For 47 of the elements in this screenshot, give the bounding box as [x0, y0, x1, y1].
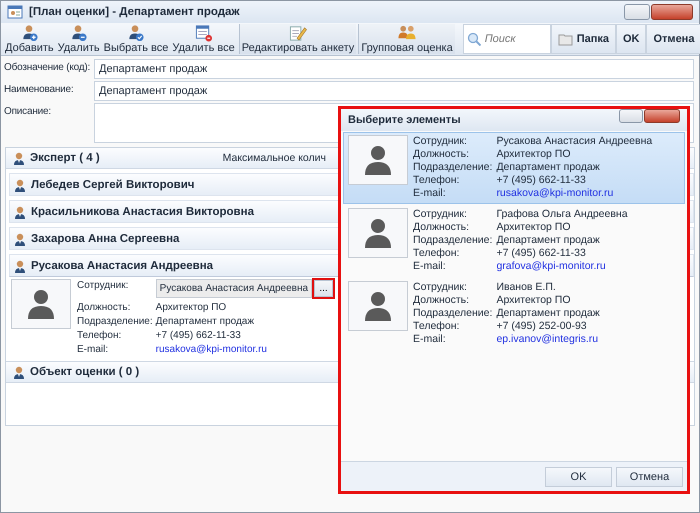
detail-value: Архитектор ПО [496, 294, 572, 307]
detail-value: +7 (495) 662-11-33 [496, 174, 587, 187]
detail-label: Должность: [77, 301, 132, 314]
detail-label: Должность: [413, 221, 470, 234]
detail-value: +7 (495) 662-11-33 [496, 247, 587, 260]
member-name: Красильникова Анастасия Викторовна [31, 206, 254, 218]
detail-label: Сотрудник: [413, 281, 468, 294]
detail-label: Должность: [413, 148, 470, 161]
detail-value: Департамент продаж [496, 307, 600, 320]
detail-value: +7 (495) 252-00-93 [496, 320, 588, 333]
member-name: Захарова Анна Сергеевна [31, 232, 180, 244]
detail-label: E-mail: [413, 260, 447, 273]
detail-label: Подразделение: [413, 161, 492, 174]
dialog-title: Выберите элементы [348, 114, 461, 126]
detail-value: Департамент продаж [156, 315, 256, 328]
detail-label: Телефон: [413, 320, 460, 333]
detail-label: Телефон: [413, 247, 460, 260]
group-title: Эксперт ( 4 ) [30, 152, 100, 164]
detail-label: Телефон: [413, 174, 460, 187]
detail-label: Подразделение: [413, 234, 492, 247]
detail-value: Иванов Е.П. [496, 281, 557, 294]
member-name: Лебедев Сергей Викторович [31, 178, 194, 190]
detail-label: Подразделение: [77, 315, 153, 328]
detail-value: +7 (495) 662-11-33 [156, 329, 242, 342]
detail-label: Сотрудник: [413, 135, 468, 148]
detail-value: Графова Ольга Андреевна [496, 208, 628, 221]
detail-value: Департамент продаж [496, 234, 601, 247]
detail-label: Должность: [413, 294, 470, 307]
window-title: [План оценки] - Департамент продаж [29, 6, 240, 18]
detail-label: Телефон: [77, 329, 122, 342]
detail-value: Архитектор ПО [156, 301, 228, 314]
detail-label: Сотрудник: [77, 279, 130, 293]
detail-value: Русакова Анастасия Андреевна [496, 135, 652, 148]
detail-value: Архитектор ПО [496, 221, 572, 234]
group-note: Максимальное колич [222, 152, 326, 164]
detail-value: Архитектор ПО [496, 148, 572, 161]
detail-label: E-mail: [77, 343, 110, 356]
field-label: Описание: [4, 105, 52, 119]
detail-label: E-mail: [413, 187, 447, 200]
field-label: Наименование: [4, 83, 74, 97]
group-title: Объект оценки ( 0 ) [30, 366, 140, 378]
detail-label: Сотрудник: [413, 208, 468, 221]
detail-label: E-mail: [413, 333, 447, 346]
member-name: Русакова Анастасия Андреевна [31, 260, 214, 272]
detail-label: Подразделение: [413, 307, 492, 320]
field-label: Обозначение (код): [4, 61, 92, 75]
detail-value: Департамент продаж [496, 161, 601, 174]
